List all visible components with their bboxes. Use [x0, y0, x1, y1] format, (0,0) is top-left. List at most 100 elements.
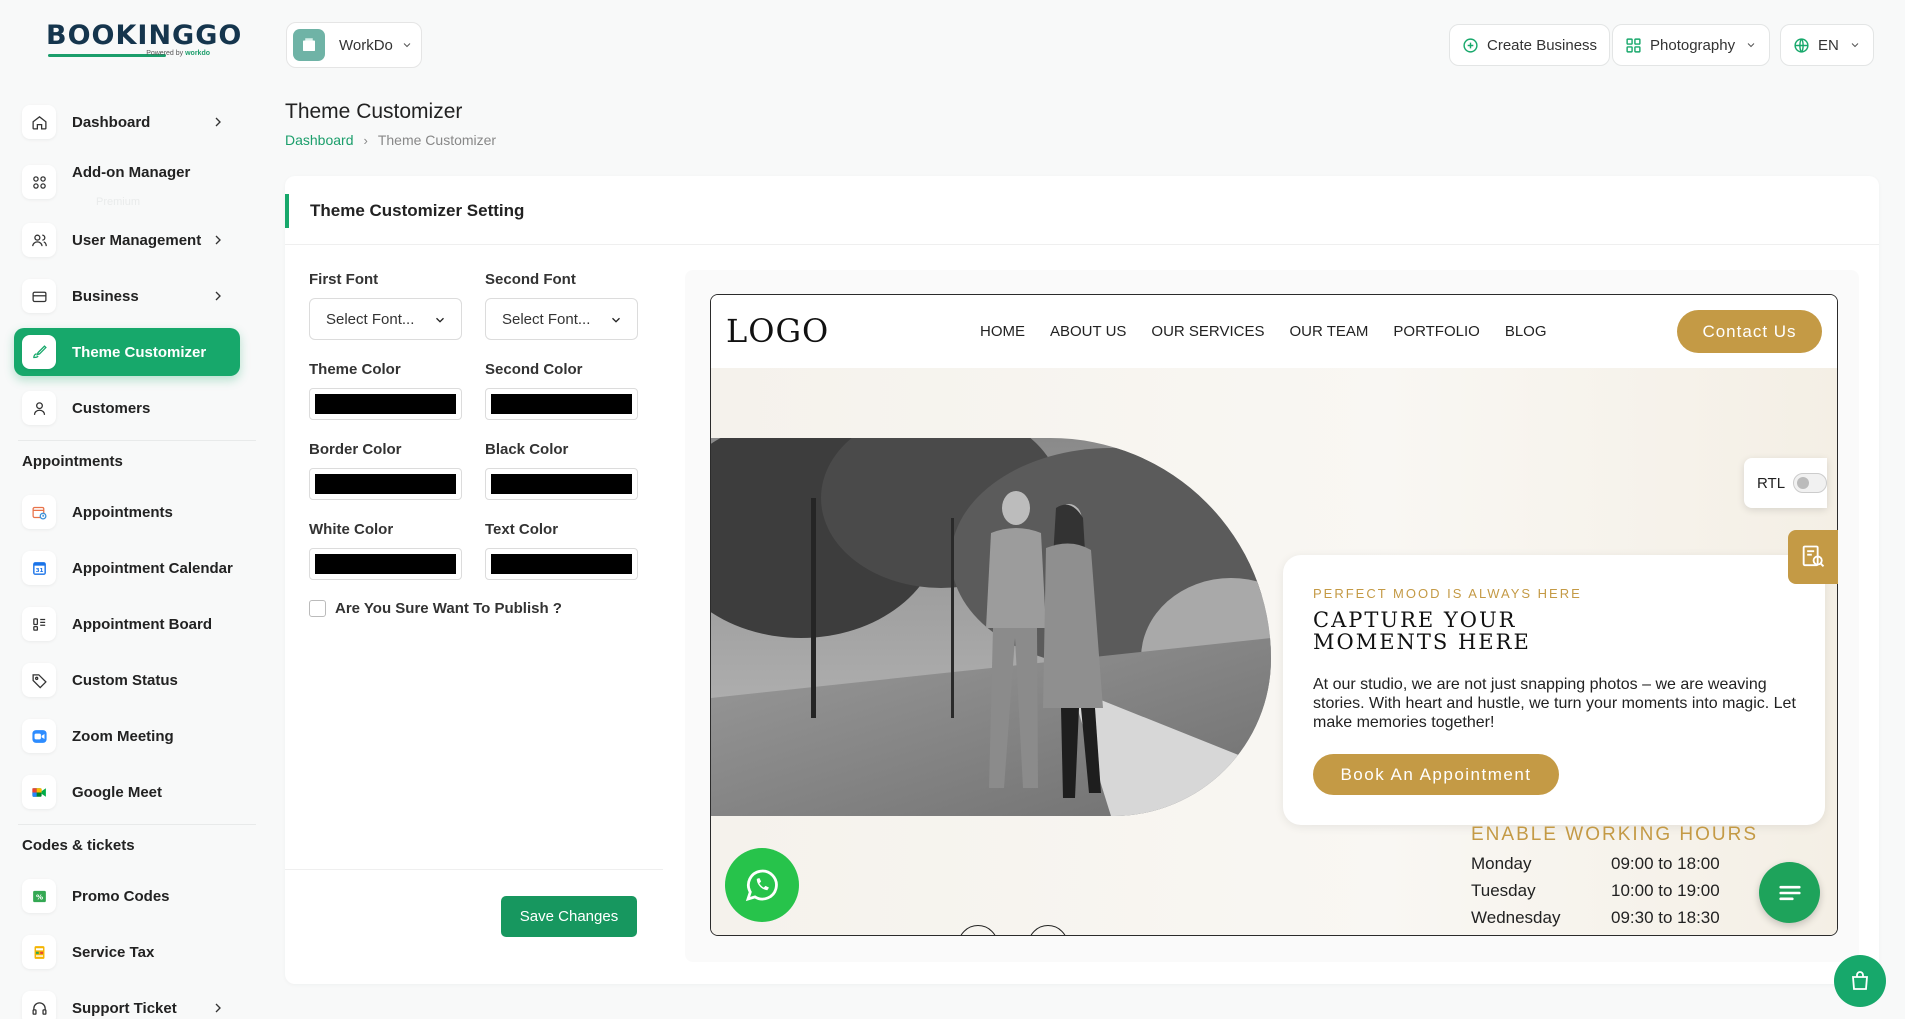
calendar-clock-icon: [22, 495, 56, 529]
second-color-label: Second Color: [485, 361, 583, 378]
sidebar-item-business[interactable]: Business: [14, 272, 240, 320]
chevron-down-icon: [1851, 43, 1859, 48]
chevron-down-icon: [403, 43, 411, 48]
board-icon: [22, 607, 56, 641]
color-swatch: [315, 394, 456, 414]
whatsapp-button[interactable]: [725, 848, 799, 922]
sidebar-item-zoom-meeting[interactable]: Zoom Meeting: [14, 712, 240, 760]
text-color-input[interactable]: [485, 548, 638, 580]
customizer-side-tab[interactable]: [1788, 530, 1838, 584]
workspace-avatar: [293, 29, 325, 61]
form-divider: [285, 869, 663, 870]
preview-logo[interactable]: LOGO: [726, 312, 829, 350]
theme-color-input[interactable]: [309, 388, 462, 420]
color-swatch: [491, 554, 632, 574]
customize-search-icon: [1802, 545, 1825, 567]
workspace-selector[interactable]: WorkDo: [286, 22, 422, 68]
category-selector[interactable]: Photography: [1612, 24, 1771, 66]
sidebar-item-dashboard[interactable]: Dashboard: [14, 98, 240, 146]
first-font-label: First Font: [309, 271, 379, 288]
list-item: Wednesday 09:30 to 18:30: [1471, 908, 1720, 927]
preview-nav-about[interactable]: ABOUT US: [1050, 323, 1126, 340]
preview-nav-services[interactable]: OUR SERVICES: [1151, 323, 1264, 340]
sidebar-item-label: Google Meet: [72, 783, 163, 801]
user-icon: [22, 391, 56, 425]
category-grid-icon: [1626, 37, 1641, 53]
cart-button[interactable]: [1834, 955, 1886, 1007]
section-title-appointments: Appointments: [22, 453, 123, 470]
preview-contact-button[interactable]: Contact Us: [1677, 310, 1822, 353]
border-color-input[interactable]: [309, 468, 462, 500]
list-item: Tuesday 10:00 to 19:00: [1471, 881, 1720, 900]
home-icon: [22, 105, 56, 139]
sidebar-item-user-management[interactable]: User Management: [14, 216, 240, 264]
create-business-label: Create Business: [1487, 36, 1598, 54]
preview-hero: PERFECT MOOD IS ALWAYS HERE CAPTURE YOUR…: [711, 368, 1837, 935]
preview-nav-home[interactable]: HOME: [980, 323, 1025, 340]
svg-text:%: %: [35, 892, 42, 901]
sidebar-item-appointment-board[interactable]: Appointment Board: [14, 600, 240, 648]
breadcrumb-chevron-icon: ›: [363, 132, 368, 148]
menu-lines-icon: [1778, 885, 1801, 900]
shopping-bag-icon: [1852, 971, 1868, 990]
premium-ghost-label: Premium: [96, 196, 141, 208]
sidebar-item-addon-manager[interactable]: Add-on Manager Premium: [14, 158, 240, 208]
chevron-right-icon: [215, 1003, 221, 1013]
sidebar-item-support-ticket[interactable]: Support Ticket: [14, 984, 240, 1019]
brand-logo[interactable]: BOOKINGGO Powered by workdo: [46, 20, 241, 60]
svg-text:31: 31: [35, 568, 43, 574]
publish-checkbox[interactable]: [309, 600, 326, 617]
sidebar-item-promo-codes[interactable]: % Promo Codes: [14, 872, 240, 920]
sidebar-item-label: Support Ticket: [72, 999, 177, 1017]
sidebar-item-customers[interactable]: Customers: [14, 384, 240, 432]
toggle-knob: [1797, 477, 1810, 489]
card-divider: [285, 244, 1879, 245]
chevron-right-icon: [215, 235, 221, 245]
sidebar: BOOKINGGO Powered by workdo Dashboard Ad…: [0, 0, 258, 1019]
sidebar-divider: [18, 440, 256, 441]
preview-book-appointment-button[interactable]: Book An Appointment: [1313, 754, 1559, 795]
preview-menu-fab[interactable]: [1759, 862, 1820, 923]
users-icon: [22, 223, 56, 257]
sidebar-item-custom-status[interactable]: Custom Status: [14, 656, 240, 704]
sidebar-item-service-tax[interactable]: Service Tax: [14, 928, 240, 976]
save-changes-button[interactable]: Save Changes: [501, 896, 637, 937]
whatsapp-icon: [745, 869, 778, 902]
first-font-select[interactable]: Select Font...: [309, 298, 462, 340]
preview-hero-card: PERFECT MOOD IS ALWAYS HERE CAPTURE YOUR…: [1283, 555, 1825, 825]
color-swatch: [315, 474, 456, 494]
sidebar-item-appointments[interactable]: Appointments: [14, 488, 240, 536]
google-meet-icon: [22, 775, 56, 809]
sidebar-item-google-meet[interactable]: Google Meet: [14, 768, 240, 816]
theme-preview-frame: LOGO HOME ABOUT US OUR SERVICES OUR TEAM…: [710, 294, 1838, 936]
sidebar-item-theme-customizer[interactable]: Theme Customizer: [14, 328, 240, 376]
preview-hero-photo: [711, 438, 1271, 816]
language-selector[interactable]: EN: [1780, 24, 1874, 66]
card-header-accent: [285, 194, 289, 228]
rtl-panel: RTL: [1744, 458, 1827, 508]
theme-customizer-card: Theme Customizer Setting First Font Sele…: [285, 176, 1879, 984]
preview-nav-blog[interactable]: BLOG: [1505, 323, 1547, 340]
preview-nav-team[interactable]: OUR TEAM: [1290, 323, 1369, 340]
second-font-label: Second Font: [485, 271, 576, 288]
create-business-button[interactable]: Create Business: [1449, 24, 1611, 66]
sidebar-item-label: Customers: [72, 399, 151, 417]
rtl-toggle[interactable]: [1793, 473, 1827, 493]
language-label: EN: [1818, 36, 1839, 54]
chevron-down-icon: [1747, 43, 1755, 48]
color-swatch: [315, 554, 456, 574]
second-color-input[interactable]: [485, 388, 638, 420]
second-font-select[interactable]: Select Font...: [485, 298, 638, 340]
category-label: Photography: [1650, 36, 1736, 54]
preview-header: LOGO HOME ABOUT US OUR SERVICES OUR TEAM…: [711, 295, 1837, 368]
breadcrumb-dashboard[interactable]: Dashboard: [285, 132, 354, 148]
tag-icon: [22, 663, 56, 697]
preview-nav-portfolio[interactable]: PORTFOLIO: [1393, 323, 1479, 340]
white-color-input[interactable]: [309, 548, 462, 580]
sidebar-item-appointment-calendar[interactable]: 31 Appointment Calendar: [14, 544, 240, 592]
preview-description: At our studio, we are not just snapping …: [1313, 676, 1796, 731]
first-font-value: Select Font...: [326, 310, 415, 328]
black-color-input[interactable]: [485, 468, 638, 500]
brand-powered: Powered by workdo: [146, 50, 210, 57]
sidebar-item-label: Appointments: [72, 503, 173, 521]
